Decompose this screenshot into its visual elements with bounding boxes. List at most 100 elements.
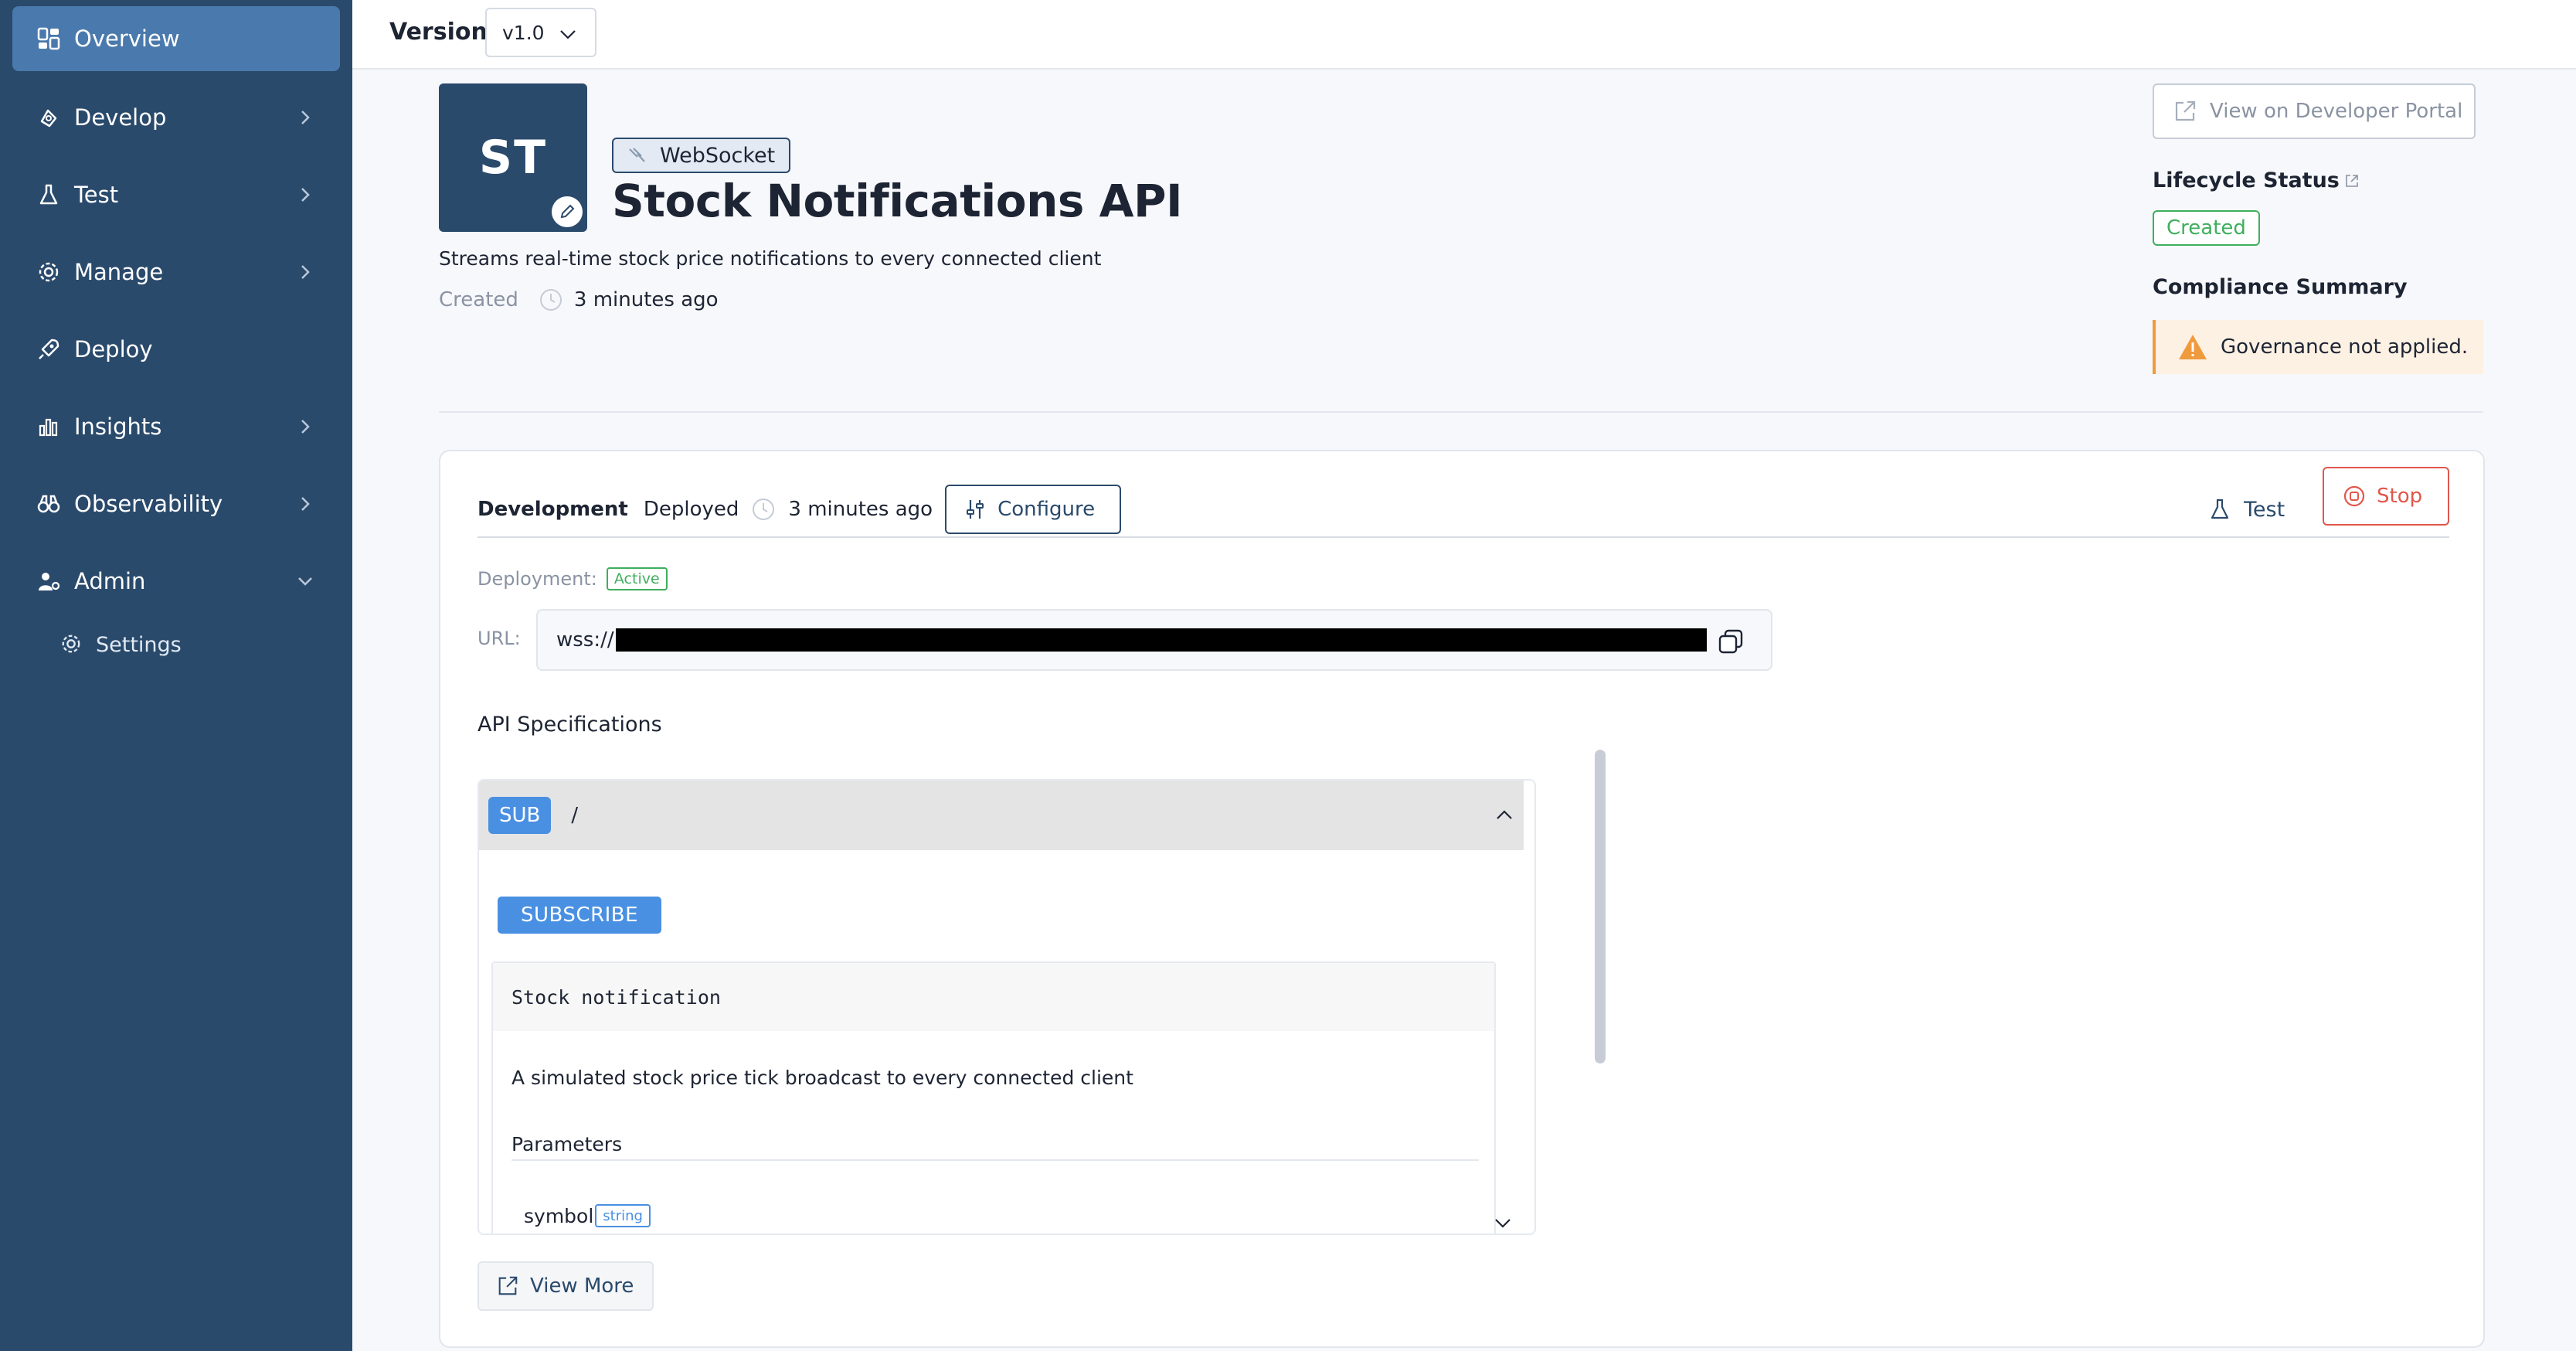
clock-icon: [539, 288, 563, 312]
api-spec-panel: SUB / SUBSCRIBE Stock notification A sim…: [477, 779, 1536, 1235]
gear-icon: [36, 259, 62, 285]
operation-header[interactable]: SUB /: [479, 781, 1524, 850]
develop-icon: [36, 104, 62, 131]
rocket-icon: [36, 336, 62, 362]
redacted-url: [615, 628, 1707, 652]
parameter-row[interactable]: symbol string: [524, 1204, 651, 1227]
avatar-initials: ST: [478, 131, 548, 185]
parameter-name: symbol: [524, 1204, 594, 1227]
stop-button[interactable]: Stop: [2323, 467, 2449, 526]
test-button[interactable]: Test: [2208, 484, 2285, 535]
pencil-icon: [560, 204, 575, 219]
parameter-type-badge: string: [595, 1204, 651, 1227]
sidebar-item-observability[interactable]: Observability: [12, 471, 340, 536]
sidebar-item-label: Test: [74, 182, 119, 208]
sidebar-item-label: Deploy: [74, 336, 153, 362]
version-select[interactable]: v1.0: [485, 8, 596, 57]
external-link-icon: [2173, 99, 2197, 124]
governance-warning-text: Governance not applied.: [2221, 335, 2469, 359]
url-label: URL:: [477, 628, 521, 649]
url-prefix: wss://: [556, 628, 614, 652]
sidebar-item-label: Manage: [74, 259, 164, 285]
development-card: Development Deployed 3 minutes ago Confi…: [439, 450, 2485, 1348]
spec-scrollbar[interactable]: [1595, 750, 1606, 1063]
deploy-time: 3 minutes ago: [788, 498, 933, 521]
sidebar-item-label: Develop: [74, 104, 167, 131]
development-header: Development Deployed 3 minutes ago Confi…: [477, 484, 1122, 535]
parameters-divider: [511, 1159, 1479, 1161]
sidebar-item-develop[interactable]: Develop: [12, 85, 340, 150]
view-more-button[interactable]: View More: [477, 1261, 654, 1311]
view-developer-portal-button[interactable]: View on Developer Portal: [2153, 83, 2476, 139]
environment-title: Development: [477, 498, 628, 521]
overview-icon: [36, 26, 62, 52]
created-label: Created: [439, 288, 518, 311]
binoculars-icon: [36, 491, 62, 517]
view-more-label: View More: [530, 1274, 634, 1298]
sidebar-item-admin[interactable]: Admin: [12, 549, 340, 614]
lifecycle-label-text: Lifecycle Status: [2153, 168, 2340, 192]
clock-icon: [751, 497, 776, 522]
flask-icon: [36, 182, 62, 208]
lifecycle-status-label: Lifecycle Status: [2153, 168, 2360, 192]
deployment-status-badge: Active: [606, 567, 668, 590]
test-button-label: Test: [2244, 497, 2285, 522]
sidebar-item-test[interactable]: Test: [12, 162, 340, 227]
sidebar-item-insights[interactable]: Insights: [12, 394, 340, 459]
api-specifications-title: API Specifications: [477, 713, 662, 737]
chevron-down-icon: [298, 577, 312, 586]
sidebar-subitem-label: Settings: [96, 632, 182, 657]
message-description: A simulated stock price tick broadcast t…: [511, 1067, 1133, 1089]
configure-button[interactable]: Configure: [945, 485, 1122, 534]
warning-icon: [2177, 333, 2208, 361]
stop-icon: [2343, 485, 2366, 508]
operation-path: /: [571, 804, 579, 827]
api-type-label: WebSocket: [660, 143, 776, 168]
bar-chart-icon: [36, 413, 62, 440]
message-box: Stock notification A simulated stock pri…: [491, 961, 1511, 1234]
chevron-up-icon[interactable]: [1493, 804, 1516, 827]
url-field[interactable]: wss://: [536, 609, 1772, 671]
sidebar: Overview Develop Test Manage Deploy Insi…: [0, 0, 352, 1351]
sidebar-subitem-settings[interactable]: Settings: [60, 624, 182, 665]
sliders-icon: [963, 498, 987, 521]
flask-icon: [2208, 498, 2231, 521]
chevron-right-icon: [301, 265, 310, 279]
sidebar-item-label: Overview: [74, 26, 180, 52]
subscribe-button[interactable]: SUBSCRIBE: [498, 897, 662, 934]
users-gear-icon: [36, 568, 62, 594]
sidebar-item-manage[interactable]: Manage: [12, 240, 340, 305]
sidebar-item-label: Admin: [74, 568, 146, 594]
operation-method-badge: SUB: [488, 797, 552, 834]
external-link-icon[interactable]: [2344, 173, 2360, 189]
sidebar-item-overview[interactable]: Overview: [12, 6, 340, 71]
message-name: Stock notification: [493, 963, 1494, 1031]
lifecycle-status-badge[interactable]: Created: [2153, 210, 2260, 246]
sidebar-item-label: Observability: [74, 491, 223, 517]
chevron-right-icon: [301, 188, 310, 202]
section-divider: [439, 411, 2483, 413]
chevron-down-icon: [560, 30, 576, 39]
deploy-state: Deployed: [643, 498, 739, 521]
edit-avatar-button[interactable]: [552, 196, 583, 227]
sidebar-item-label: Insights: [74, 413, 162, 440]
sidebar-item-deploy[interactable]: Deploy: [12, 317, 340, 382]
copy-icon[interactable]: [1717, 628, 1745, 655]
gear-icon: [60, 633, 83, 656]
portal-button-label: View on Developer Portal: [2210, 100, 2463, 123]
configure-button-label: Configure: [997, 498, 1096, 521]
version-label: Version: [389, 19, 488, 46]
chevron-right-icon: [301, 111, 310, 124]
version-value: v1.0: [502, 21, 545, 44]
stop-button-label: Stop: [2377, 485, 2423, 508]
card-divider: [477, 536, 2449, 538]
api-type-tag: WebSocket: [612, 138, 791, 173]
chevron-down-icon[interactable]: [1491, 1212, 1514, 1235]
app-root: Overview Develop Test Manage Deploy Insi…: [0, 0, 2576, 1351]
api-description: Streams real-time stock price notificati…: [439, 247, 1102, 270]
lifecycle-status-value: Created: [2166, 216, 2246, 240]
compliance-summary-label: Compliance Summary: [2153, 275, 2408, 299]
chevron-right-icon: [301, 497, 310, 511]
deployment-label: Deployment:: [477, 568, 597, 590]
created-info: Created 3 minutes ago: [439, 288, 719, 312]
